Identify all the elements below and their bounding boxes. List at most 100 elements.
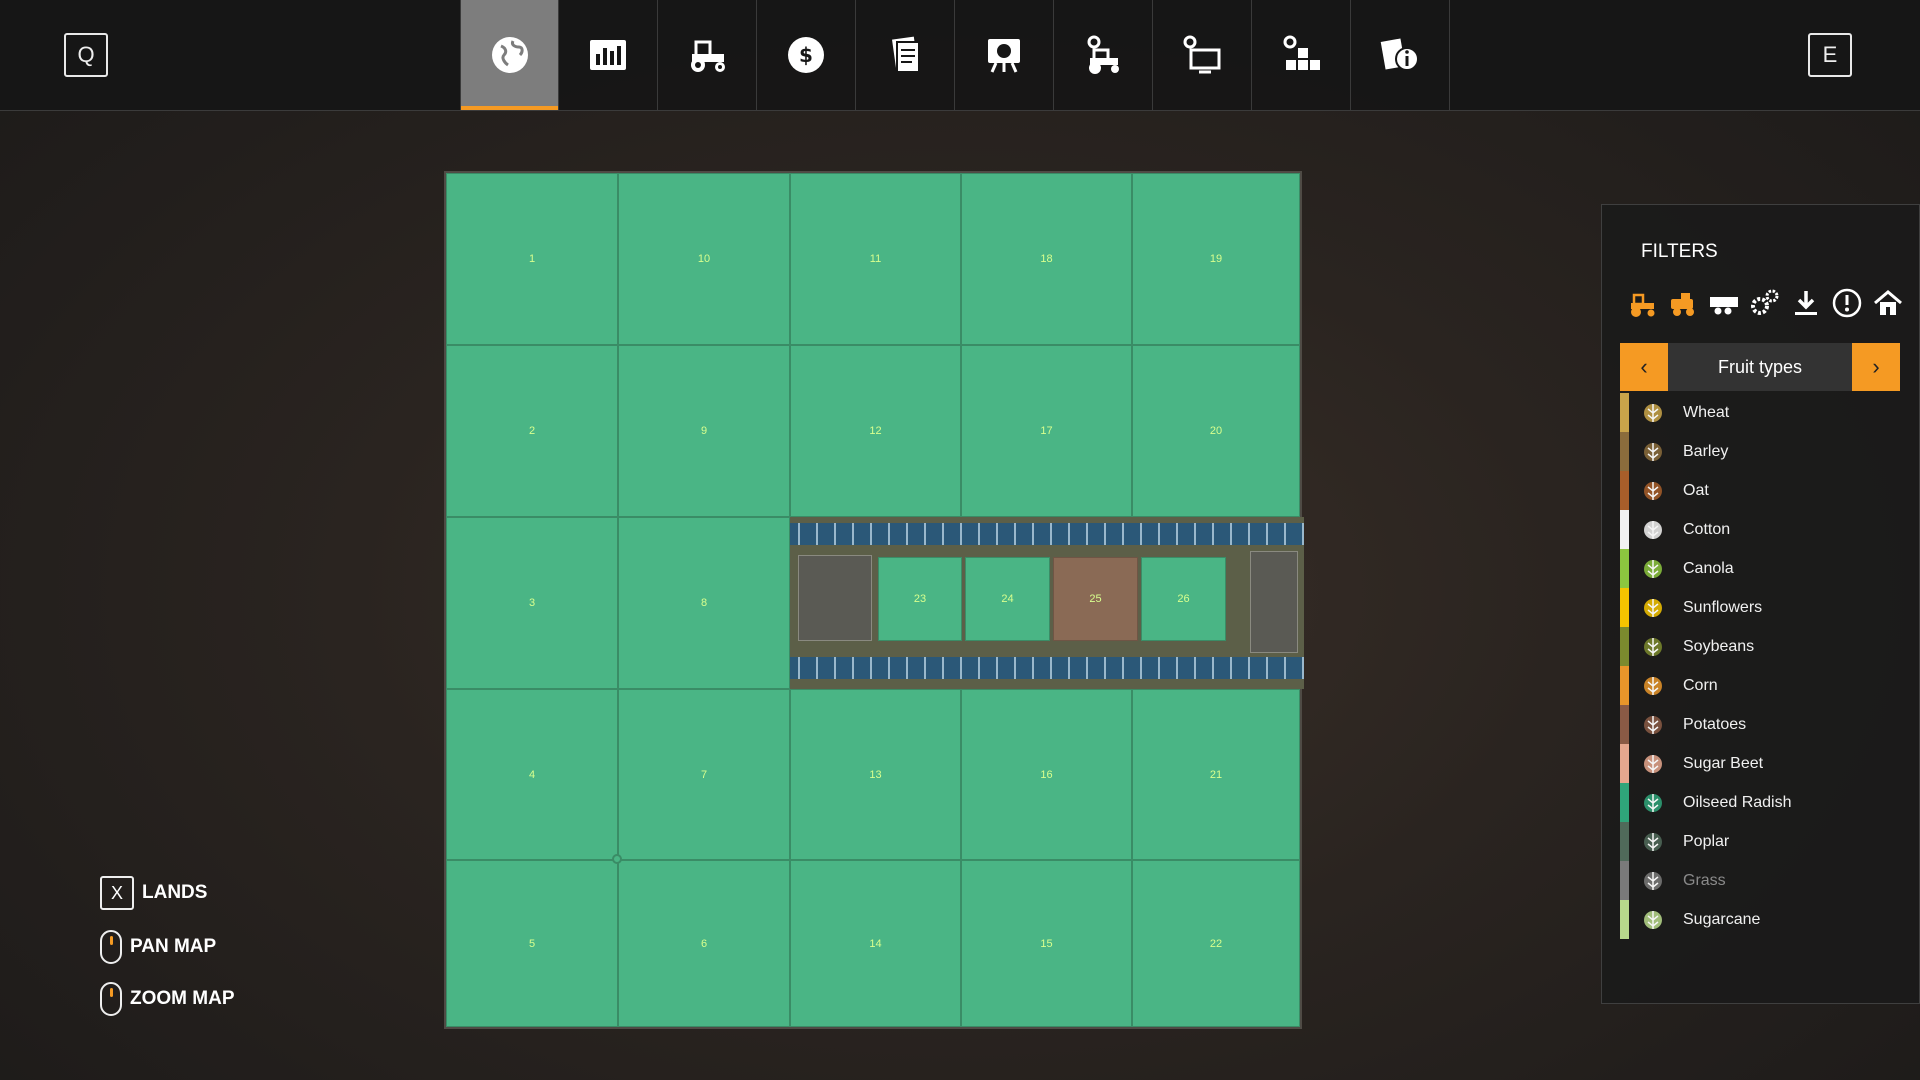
trailer-icon[interactable] xyxy=(1708,287,1740,319)
plot-number: 10 xyxy=(697,253,711,265)
fruit-item[interactable]: Sugarcane xyxy=(1620,900,1910,939)
farmland-plot[interactable]: 15 xyxy=(961,860,1132,1027)
fruit-icon xyxy=(1644,911,1662,929)
contracts-icon xyxy=(892,36,920,73)
farmland-plot[interactable]: 24 xyxy=(965,557,1050,641)
farmland-plot[interactable]: 2 xyxy=(446,345,618,517)
tab-contracts[interactable] xyxy=(856,0,955,110)
fruit-item[interactable]: Grass xyxy=(1620,861,1910,900)
fruit-color-swatch xyxy=(1620,783,1629,822)
farmland-plot[interactable]: 26 xyxy=(1141,557,1226,641)
owned-farmland-plot[interactable]: 25 xyxy=(1053,557,1138,641)
farmland-plot[interactable]: 3 xyxy=(446,517,618,689)
fruit-item[interactable]: Sunflowers xyxy=(1620,588,1910,627)
plot-number: 24 xyxy=(1001,593,1014,605)
plot-number: 5 xyxy=(528,937,536,950)
tab-vehicles[interactable] xyxy=(658,0,757,110)
home-icon[interactable] xyxy=(1872,287,1904,319)
harvester-icon[interactable] xyxy=(1667,287,1699,319)
fruit-item[interactable]: Oilseed Radish xyxy=(1620,783,1910,822)
globe-icon xyxy=(491,37,528,73)
fruit-color-swatch xyxy=(1620,549,1629,588)
fruit-item[interactable]: Cotton xyxy=(1620,510,1910,549)
farmland-plot[interactable]: 20 xyxy=(1132,345,1300,517)
tab-statistics[interactable] xyxy=(559,0,658,110)
stats-icon xyxy=(590,40,626,70)
farmyard-area: 23 24 25 26 xyxy=(790,517,1304,689)
farm-buildings xyxy=(798,555,872,641)
fruit-color-swatch xyxy=(1620,861,1629,900)
fruit-color-swatch xyxy=(1620,705,1629,744)
farmland-plot[interactable]: 22 xyxy=(1132,860,1300,1027)
fruit-color-swatch xyxy=(1620,666,1629,705)
lands-control[interactable]: X LANDS xyxy=(100,876,207,910)
alert-icon[interactable] xyxy=(1831,287,1863,319)
farmland-plot[interactable]: 6 xyxy=(618,860,790,1027)
farmland-plot[interactable]: 14 xyxy=(790,860,961,1027)
farmland-plot[interactable]: 9 xyxy=(618,345,790,517)
fruit-item[interactable]: Poplar xyxy=(1620,822,1910,861)
next-page-key[interactable]: E xyxy=(1808,33,1852,77)
fruit-name: Oat xyxy=(1683,481,1709,499)
fruit-item[interactable]: Oat xyxy=(1620,471,1910,510)
plot-number: 12 xyxy=(869,425,882,437)
farmland-plot[interactable]: 19 xyxy=(1132,173,1300,345)
fruit-item[interactable]: Canola xyxy=(1620,549,1910,588)
fruit-item[interactable]: Corn xyxy=(1620,666,1910,705)
fruit-item[interactable]: Sugar Beet xyxy=(1620,744,1910,783)
fruit-color-swatch xyxy=(1620,432,1629,471)
fruit-icon xyxy=(1644,755,1662,773)
farmland-plot[interactable]: 1 xyxy=(446,173,618,345)
fruit-color-swatch xyxy=(1620,822,1629,861)
tab-finances[interactable]: $ xyxy=(757,0,856,110)
fruit-item[interactable]: Soybeans xyxy=(1620,627,1910,666)
plot-number: 14 xyxy=(869,937,882,950)
vehicle-settings-icon xyxy=(1087,35,1119,74)
farmland-plot[interactable]: 21 xyxy=(1132,689,1300,860)
chevron-left-icon: ‹ xyxy=(1640,354,1648,379)
farmland-plot[interactable]: 8 xyxy=(618,517,790,689)
selector-prev-button[interactable]: ‹ xyxy=(1620,343,1668,391)
farmland-plot[interactable]: 11 xyxy=(790,173,961,345)
farmland-plot[interactable]: 7 xyxy=(618,689,790,860)
fruit-icon xyxy=(1644,482,1662,500)
tab-general-settings[interactable] xyxy=(1153,0,1252,110)
fruit-type-selector[interactable]: ‹ Fruit types › xyxy=(1620,343,1900,391)
fruit-item[interactable]: Wheat xyxy=(1620,393,1910,432)
selector-label: Fruit types xyxy=(1668,343,1852,391)
plot-number: 25 xyxy=(1089,593,1102,605)
farmland-plot[interactable]: 13 xyxy=(790,689,961,860)
tab-map[interactable] xyxy=(460,0,559,110)
fruit-item[interactable]: Potatoes xyxy=(1620,705,1910,744)
farmland-plot[interactable]: 17 xyxy=(961,345,1132,517)
tab-animals[interactable] xyxy=(955,0,1054,110)
fruit-color-swatch xyxy=(1620,588,1629,627)
filters-panel: FILTERS ‹ Fruit types › Wheat Barley Oat Co… xyxy=(1601,204,1920,1004)
farmland-plot[interactable]: 23 xyxy=(878,557,962,641)
farmland-plot[interactable]: 10 xyxy=(618,173,790,345)
tab-help[interactable] xyxy=(1351,0,1450,110)
tab-production[interactable] xyxy=(1252,0,1351,110)
farmland-map[interactable]: 1 10 11 18 19 2 9 12 17 20 3 8 23 24 25 … xyxy=(444,171,1304,1029)
fruit-color-swatch xyxy=(1620,471,1629,510)
tractor-icon[interactable] xyxy=(1626,287,1658,319)
filter-category-icons xyxy=(1626,287,1904,319)
farmland-plot[interactable]: 18 xyxy=(961,173,1132,345)
top-menu-bar: Q $ E xyxy=(0,0,1920,111)
fruit-item[interactable]: Barley xyxy=(1620,432,1910,471)
tab-vehicle-settings[interactable] xyxy=(1054,0,1153,110)
fruit-icon xyxy=(1644,872,1662,890)
prev-page-key-label: Q xyxy=(77,42,95,67)
mouse-wheel-icon xyxy=(100,982,122,1016)
farmland-plot[interactable]: 5 xyxy=(446,860,618,1027)
download-icon[interactable] xyxy=(1790,287,1822,319)
tools-icon[interactable] xyxy=(1749,287,1781,319)
player-position-marker xyxy=(612,854,622,864)
fruit-color-swatch xyxy=(1620,900,1629,939)
selector-next-button[interactable]: › xyxy=(1852,343,1900,391)
farmland-plot[interactable]: 4 xyxy=(446,689,618,860)
mouse-left-icon xyxy=(100,930,122,964)
farmland-plot[interactable]: 16 xyxy=(961,689,1132,860)
farmland-plot[interactable]: 12 xyxy=(790,345,961,517)
prev-page-key[interactable]: Q xyxy=(64,33,108,77)
